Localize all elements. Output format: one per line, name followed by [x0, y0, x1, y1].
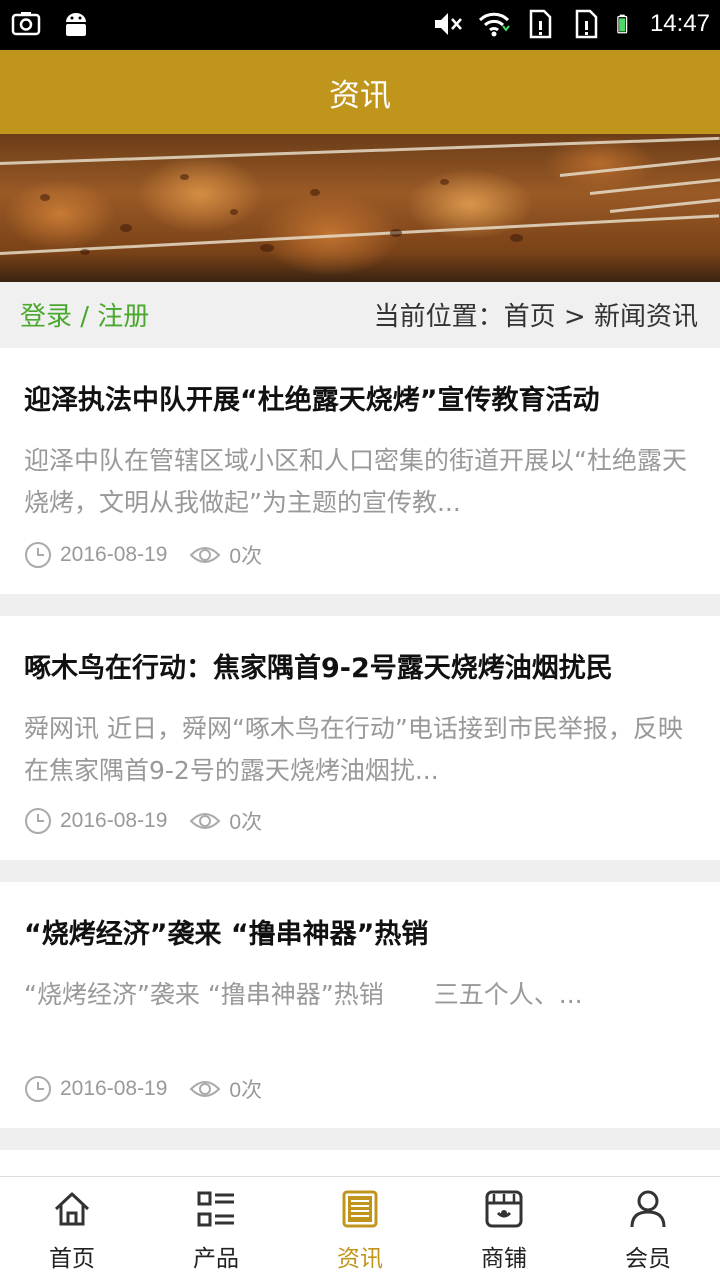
clock-icon	[25, 542, 51, 568]
nav-label: 资讯	[337, 1246, 383, 1272]
nav-item-member[interactable]: 会员	[576, 1177, 720, 1280]
article-date: 2016-08-19	[60, 543, 168, 566]
clock-icon	[25, 1076, 51, 1102]
android-icon	[66, 13, 86, 36]
article-date: 2016-08-19	[60, 809, 168, 832]
list-icon	[197, 1191, 234, 1227]
sim-alert-icon	[575, 9, 598, 39]
article-summary: 舜网讯 近日，舜网“啄木鸟在行动”电话接到市民举报，反映在焦家隅首9-2号的露天…	[24, 714, 683, 785]
nav-item-news[interactable]: 资讯	[288, 1177, 432, 1280]
sim-alert-icon	[529, 9, 552, 39]
nav-item-products[interactable]: 产品	[144, 1177, 288, 1280]
article-views: 0次	[229, 1079, 263, 1102]
article-title[interactable]: 迎泽执法中队开展“杜绝露天烧烤”宣传教育活动	[24, 378, 600, 417]
news-icon	[342, 1190, 378, 1228]
wifi-icon	[478, 12, 510, 37]
article-meta: 2016-08-19 0次	[24, 806, 262, 836]
eye-icon	[190, 1081, 221, 1097]
eye-icon	[190, 547, 221, 563]
screenshot-icon	[11, 12, 41, 36]
article-meta: 2016-08-19 0次	[24, 540, 262, 570]
nav-item-home[interactable]: 首页	[0, 1177, 144, 1280]
article-title[interactable]: 啄木鸟在行动：焦家隅首9-2号露天烧烤油烟扰民	[24, 646, 613, 685]
article-summary: 迎泽中队在管辖区域小区和人口密集的街道开展以“杜绝露天烧烤，文明从我做起”为主题…	[24, 446, 687, 517]
nav-label: 首页	[49, 1246, 95, 1272]
mute-icon	[434, 13, 462, 35]
status-bar: 14:47	[0, 0, 720, 50]
article-title[interactable]: “烧烤经济”袭来 “撸串神器”热销	[24, 912, 428, 951]
eye-icon	[190, 813, 221, 829]
page-title: 资讯	[329, 77, 391, 114]
page-header: 资讯	[0, 50, 720, 134]
nav-item-shop[interactable]: 商铺	[432, 1177, 576, 1280]
status-time: 14:47	[649, 10, 710, 37]
article-card[interactable]: 啄木鸟在行动：焦家隅首9-2号露天烧烤油烟扰民 舜网讯 近日，舜网“啄木鸟在行动…	[0, 616, 720, 860]
article-card[interactable]	[0, 1150, 720, 1176]
home-icon	[54, 1192, 90, 1226]
article-views: 0次	[229, 811, 263, 834]
shop-icon	[485, 1190, 523, 1228]
location-bar: 登录 / 注册 当前位置：首页 > 新闻资讯	[0, 282, 720, 348]
breadcrumb: 当前位置：首页 > 新闻资讯	[373, 302, 698, 332]
login-register-link[interactable]: 登录 / 注册	[20, 296, 149, 333]
article-card[interactable]: “烧烤经济”袭来 “撸串神器”热销 “烧烤经济”袭来 “撸串神器”热销 三五个人…	[0, 882, 720, 1128]
battery-icon	[617, 14, 628, 34]
nav-label: 会员	[625, 1246, 671, 1272]
bottom-nav: 首页 产品 资讯 商铺 会员	[0, 1176, 720, 1280]
article-meta: 2016-08-19 0次	[24, 1074, 262, 1104]
nav-label: 产品	[193, 1246, 239, 1272]
nav-label: 商铺	[481, 1246, 527, 1272]
banner-image	[0, 134, 720, 282]
clock-icon	[25, 808, 51, 834]
article-date: 2016-08-19	[60, 1077, 168, 1100]
user-icon	[630, 1190, 666, 1228]
article-summary: “烧烤经济”袭来 “撸串神器”热销 三五个人、...	[24, 980, 583, 1009]
article-card[interactable]: 迎泽执法中队开展“杜绝露天烧烤”宣传教育活动 迎泽中队在管辖区域小区和人口密集的…	[0, 348, 720, 594]
article-views: 0次	[229, 545, 263, 568]
